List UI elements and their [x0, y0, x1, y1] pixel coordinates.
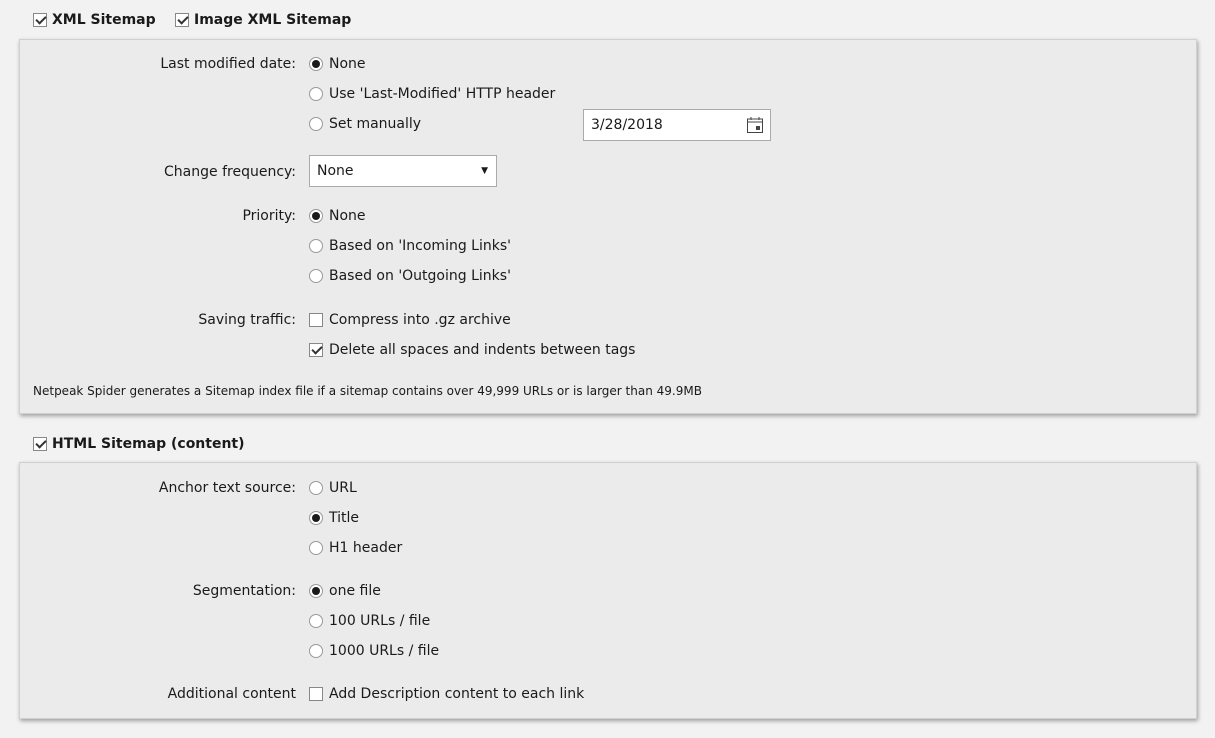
option-label: Add Description content to each link — [329, 686, 585, 702]
radio-icon — [309, 614, 323, 628]
checkbox-icon — [309, 687, 323, 701]
date-value: 3/28/2018 — [591, 117, 663, 133]
xml-sitemap-checkbox[interactable]: XML Sitemap — [33, 10, 156, 30]
radio-icon — [309, 584, 323, 598]
date-picker-input[interactable]: 3/28/2018 — [583, 109, 771, 141]
anchor-text-label: Anchor text source: — [158, 480, 296, 496]
html-sitemap-checkbox[interactable]: HTML Sitemap (content) — [33, 434, 245, 454]
radio-icon — [309, 511, 323, 525]
option-label: URL — [329, 480, 357, 496]
delete-spaces-checkbox[interactable]: Delete all spaces and indents between ta… — [309, 340, 635, 360]
compress-gz-checkbox[interactable]: Compress into .gz archive — [309, 310, 511, 330]
priority-none-radio[interactable]: None — [309, 206, 366, 226]
radio-icon — [309, 481, 323, 495]
segmentation-label: Segmentation: — [192, 583, 296, 599]
option-label: 100 URLs / file — [329, 613, 431, 629]
change-frequency-label: Change frequency: — [164, 164, 296, 180]
option-label: Delete all spaces and indents between ta… — [329, 342, 636, 358]
segmentation-1000-radio[interactable]: 1000 URLs / file — [309, 641, 439, 661]
anchor-url-radio[interactable]: URL — [309, 478, 357, 498]
option-label: Based on 'Incoming Links' — [329, 238, 511, 254]
dropdown-arrow-icon: ▼ — [481, 166, 488, 176]
add-description-checkbox[interactable]: Add Description content to each link — [309, 684, 584, 704]
image-xml-sitemap-label: Image XML Sitemap — [194, 12, 352, 28]
xml-sitemap-label: XML Sitemap — [52, 12, 156, 28]
selected-value: None — [317, 163, 354, 179]
checkbox-icon — [309, 343, 323, 357]
anchor-title-radio[interactable]: Title — [309, 508, 359, 528]
radio-icon — [309, 269, 323, 283]
last-modified-header-radio[interactable]: Use 'Last-Modified' HTTP header — [309, 84, 555, 104]
radio-icon — [309, 644, 323, 658]
radio-icon — [309, 541, 323, 555]
change-frequency-select[interactable]: None ▼ — [309, 155, 497, 187]
last-modified-manual-radio[interactable]: Set manually — [309, 114, 421, 134]
option-label: 1000 URLs / file — [329, 643, 440, 659]
option-label: Use 'Last-Modified' HTTP header — [329, 86, 556, 102]
option-label: Compress into .gz archive — [329, 312, 511, 328]
calendar-icon[interactable] — [746, 116, 764, 134]
radio-icon — [309, 209, 323, 223]
radio-icon — [309, 117, 323, 131]
option-label: None — [329, 208, 366, 224]
option-label: Based on 'Outgoing Links' — [329, 268, 511, 284]
segmentation-one-file-radio[interactable]: one file — [309, 581, 381, 601]
html-sitemap-label: HTML Sitemap (content) — [52, 436, 245, 452]
option-label: H1 header — [329, 540, 403, 556]
option-label: Set manually — [329, 116, 422, 132]
option-label: one file — [329, 583, 381, 599]
priority-incoming-radio[interactable]: Based on 'Incoming Links' — [309, 236, 511, 256]
last-modified-label: Last modified date: — [160, 56, 296, 72]
radio-icon — [309, 87, 323, 101]
last-modified-none-radio[interactable]: None — [309, 54, 366, 74]
image-xml-sitemap-checkbox[interactable]: Image XML Sitemap — [175, 10, 351, 30]
additional-content-label: Additional content — [167, 686, 296, 702]
option-label: None — [329, 56, 366, 72]
checkbox-icon — [175, 13, 189, 27]
saving-traffic-label: Saving traffic: — [198, 312, 296, 328]
checkbox-icon — [33, 13, 47, 27]
anchor-h1-radio[interactable]: H1 header — [309, 538, 402, 558]
checkbox-icon — [309, 313, 323, 327]
sitemap-index-note: Netpeak Spider generates a Sitemap index… — [33, 384, 702, 398]
radio-icon — [309, 57, 323, 71]
priority-outgoing-radio[interactable]: Based on 'Outgoing Links' — [309, 266, 511, 286]
priority-label: Priority: — [242, 208, 296, 224]
option-label: Title — [329, 510, 360, 526]
segmentation-100-radio[interactable]: 100 URLs / file — [309, 611, 430, 631]
checkbox-icon — [33, 437, 47, 451]
radio-icon — [309, 239, 323, 253]
